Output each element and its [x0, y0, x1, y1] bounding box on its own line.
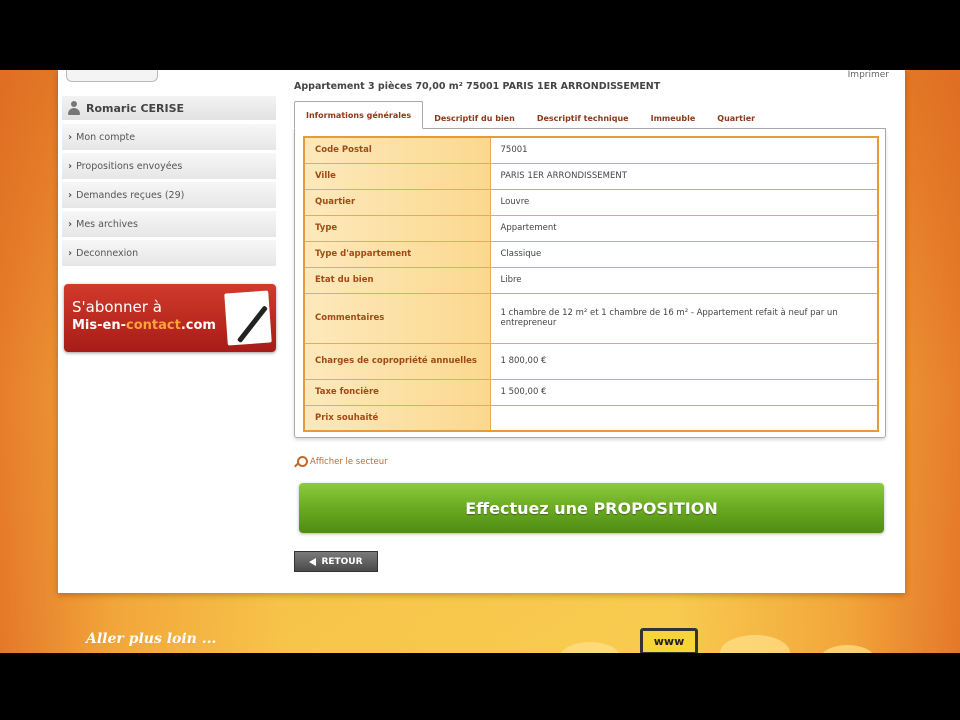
main-panel: Romaric CERISE › Mon compte › Propositio… [58, 70, 905, 593]
page-background: Romaric CERISE › Mon compte › Propositio… [0, 70, 960, 653]
table-row: Ville PARIS 1ER ARRONDISSEMENT [303, 162, 879, 190]
chevron-right-icon: › [68, 218, 73, 230]
row-key: Type [303, 214, 491, 242]
page-title: Appartement 3 pièces 70,00 m² 75001 PARI… [294, 81, 661, 92]
brand-part-highlight: contact [126, 318, 181, 333]
back-button[interactable]: RETOUR [294, 551, 378, 572]
show-sector-link[interactable]: Afficher le secteur [294, 456, 388, 468]
row-key: Etat du bien [303, 266, 491, 294]
tab-immeuble[interactable]: Immeuble [640, 107, 707, 129]
tab-quartier[interactable]: Quartier [706, 107, 766, 129]
table-row: Etat du bien Libre [303, 266, 879, 294]
row-value: 1 chambre de 12 m² et 1 chambre de 16 m²… [489, 292, 879, 344]
subscribe-banner[interactable]: S'abonner à Mis-en-contact.com [64, 284, 276, 352]
details-table: Code Postal 75001 Ville PARIS 1ER ARROND… [303, 136, 879, 432]
table-row: Type d'appartement Classique [303, 240, 879, 268]
account-menu: › Mon compte › Propositions envoyées › D… [62, 124, 276, 269]
row-key: Ville [303, 162, 491, 190]
pen-paper-icon [224, 290, 272, 346]
chevron-right-icon: › [68, 189, 73, 201]
user-icon [68, 101, 80, 115]
menu-item-mon-compte[interactable]: › Mon compte [62, 124, 276, 150]
menu-item-label: Propositions envoyées [76, 160, 183, 172]
tab-descriptif-technique[interactable]: Descriptif technique [526, 107, 640, 129]
table-row: Type Appartement [303, 214, 879, 242]
row-value: Classique [489, 240, 879, 268]
make-proposal-button[interactable]: Effectuez une PROPOSITION [299, 483, 884, 533]
row-value [489, 404, 879, 432]
row-key: Charges de copropriété annuelles [303, 342, 491, 380]
tab-informations-generales[interactable]: Informations générales [294, 101, 424, 129]
user-header: Romaric CERISE [62, 96, 276, 120]
table-row: Charges de copropriété annuelles 1 800,0… [303, 342, 879, 380]
letterbox-bottom [0, 653, 960, 720]
row-value: 1 500,00 € [489, 378, 879, 406]
user-name: Romaric CERISE [86, 101, 185, 115]
row-value: 1 800,00 € [489, 342, 879, 380]
subscribe-banner-brand: Mis-en-contact.com [72, 318, 216, 333]
chevron-right-icon: › [68, 131, 73, 143]
menu-item-mes-archives[interactable]: › Mes archives [62, 211, 276, 237]
logo-fragment [66, 70, 158, 82]
menu-item-label: Demandes reçues (29) [76, 189, 185, 201]
tab-descriptif-du-bien[interactable]: Descriptif du bien [423, 107, 526, 129]
tab-panel: Code Postal 75001 Ville PARIS 1ER ARROND… [294, 128, 886, 438]
brand-part: Mis-en- [72, 318, 126, 333]
magnifier-icon [294, 456, 308, 468]
print-link[interactable]: Imprimer [848, 70, 889, 80]
back-button-label: RETOUR [321, 556, 363, 567]
row-value: Louvre [489, 188, 879, 216]
menu-item-propositions-envoyees[interactable]: › Propositions envoyées [62, 153, 276, 179]
row-key: Quartier [303, 188, 491, 216]
table-row: Commentaires 1 chambre de 12 m² et 1 cha… [303, 292, 879, 344]
tab-bar: Informations générales Descriptif du bie… [294, 101, 766, 129]
www-badge: www [640, 628, 698, 653]
show-sector-label: Afficher le secteur [310, 457, 388, 467]
menu-item-demandes-recues[interactable]: › Demandes reçues (29) [62, 182, 276, 208]
brand-part: .com [180, 318, 216, 333]
menu-item-label: Deconnexion [76, 247, 139, 259]
chevron-right-icon: › [68, 160, 73, 172]
row-key: Type d'appartement [303, 240, 491, 268]
letterbox-top [0, 0, 960, 70]
row-key: Commentaires [303, 292, 491, 344]
table-row: Taxe foncière 1 500,00 € [303, 378, 879, 406]
row-key: Prix souhaité [303, 404, 491, 432]
row-key: Taxe foncière [303, 378, 491, 406]
footer-heading: Aller plus loin ... [86, 631, 217, 647]
row-value: Libre [489, 266, 879, 294]
chevron-right-icon: › [68, 247, 73, 259]
table-row: Code Postal 75001 [303, 136, 879, 164]
subscribe-banner-line1: S'abonner à [72, 298, 162, 316]
arrow-left-icon [309, 557, 317, 566]
menu-item-label: Mon compte [76, 131, 136, 143]
row-key: Code Postal [303, 136, 491, 164]
row-value: PARIS 1ER ARRONDISSEMENT [489, 162, 879, 190]
menu-item-label: Mes archives [76, 218, 138, 230]
table-row: Prix souhaité [303, 404, 879, 432]
row-value: 75001 [489, 136, 879, 164]
table-row: Quartier Louvre [303, 188, 879, 216]
menu-item-deconnexion[interactable]: › Deconnexion [62, 240, 276, 266]
row-value: Appartement [489, 214, 879, 242]
